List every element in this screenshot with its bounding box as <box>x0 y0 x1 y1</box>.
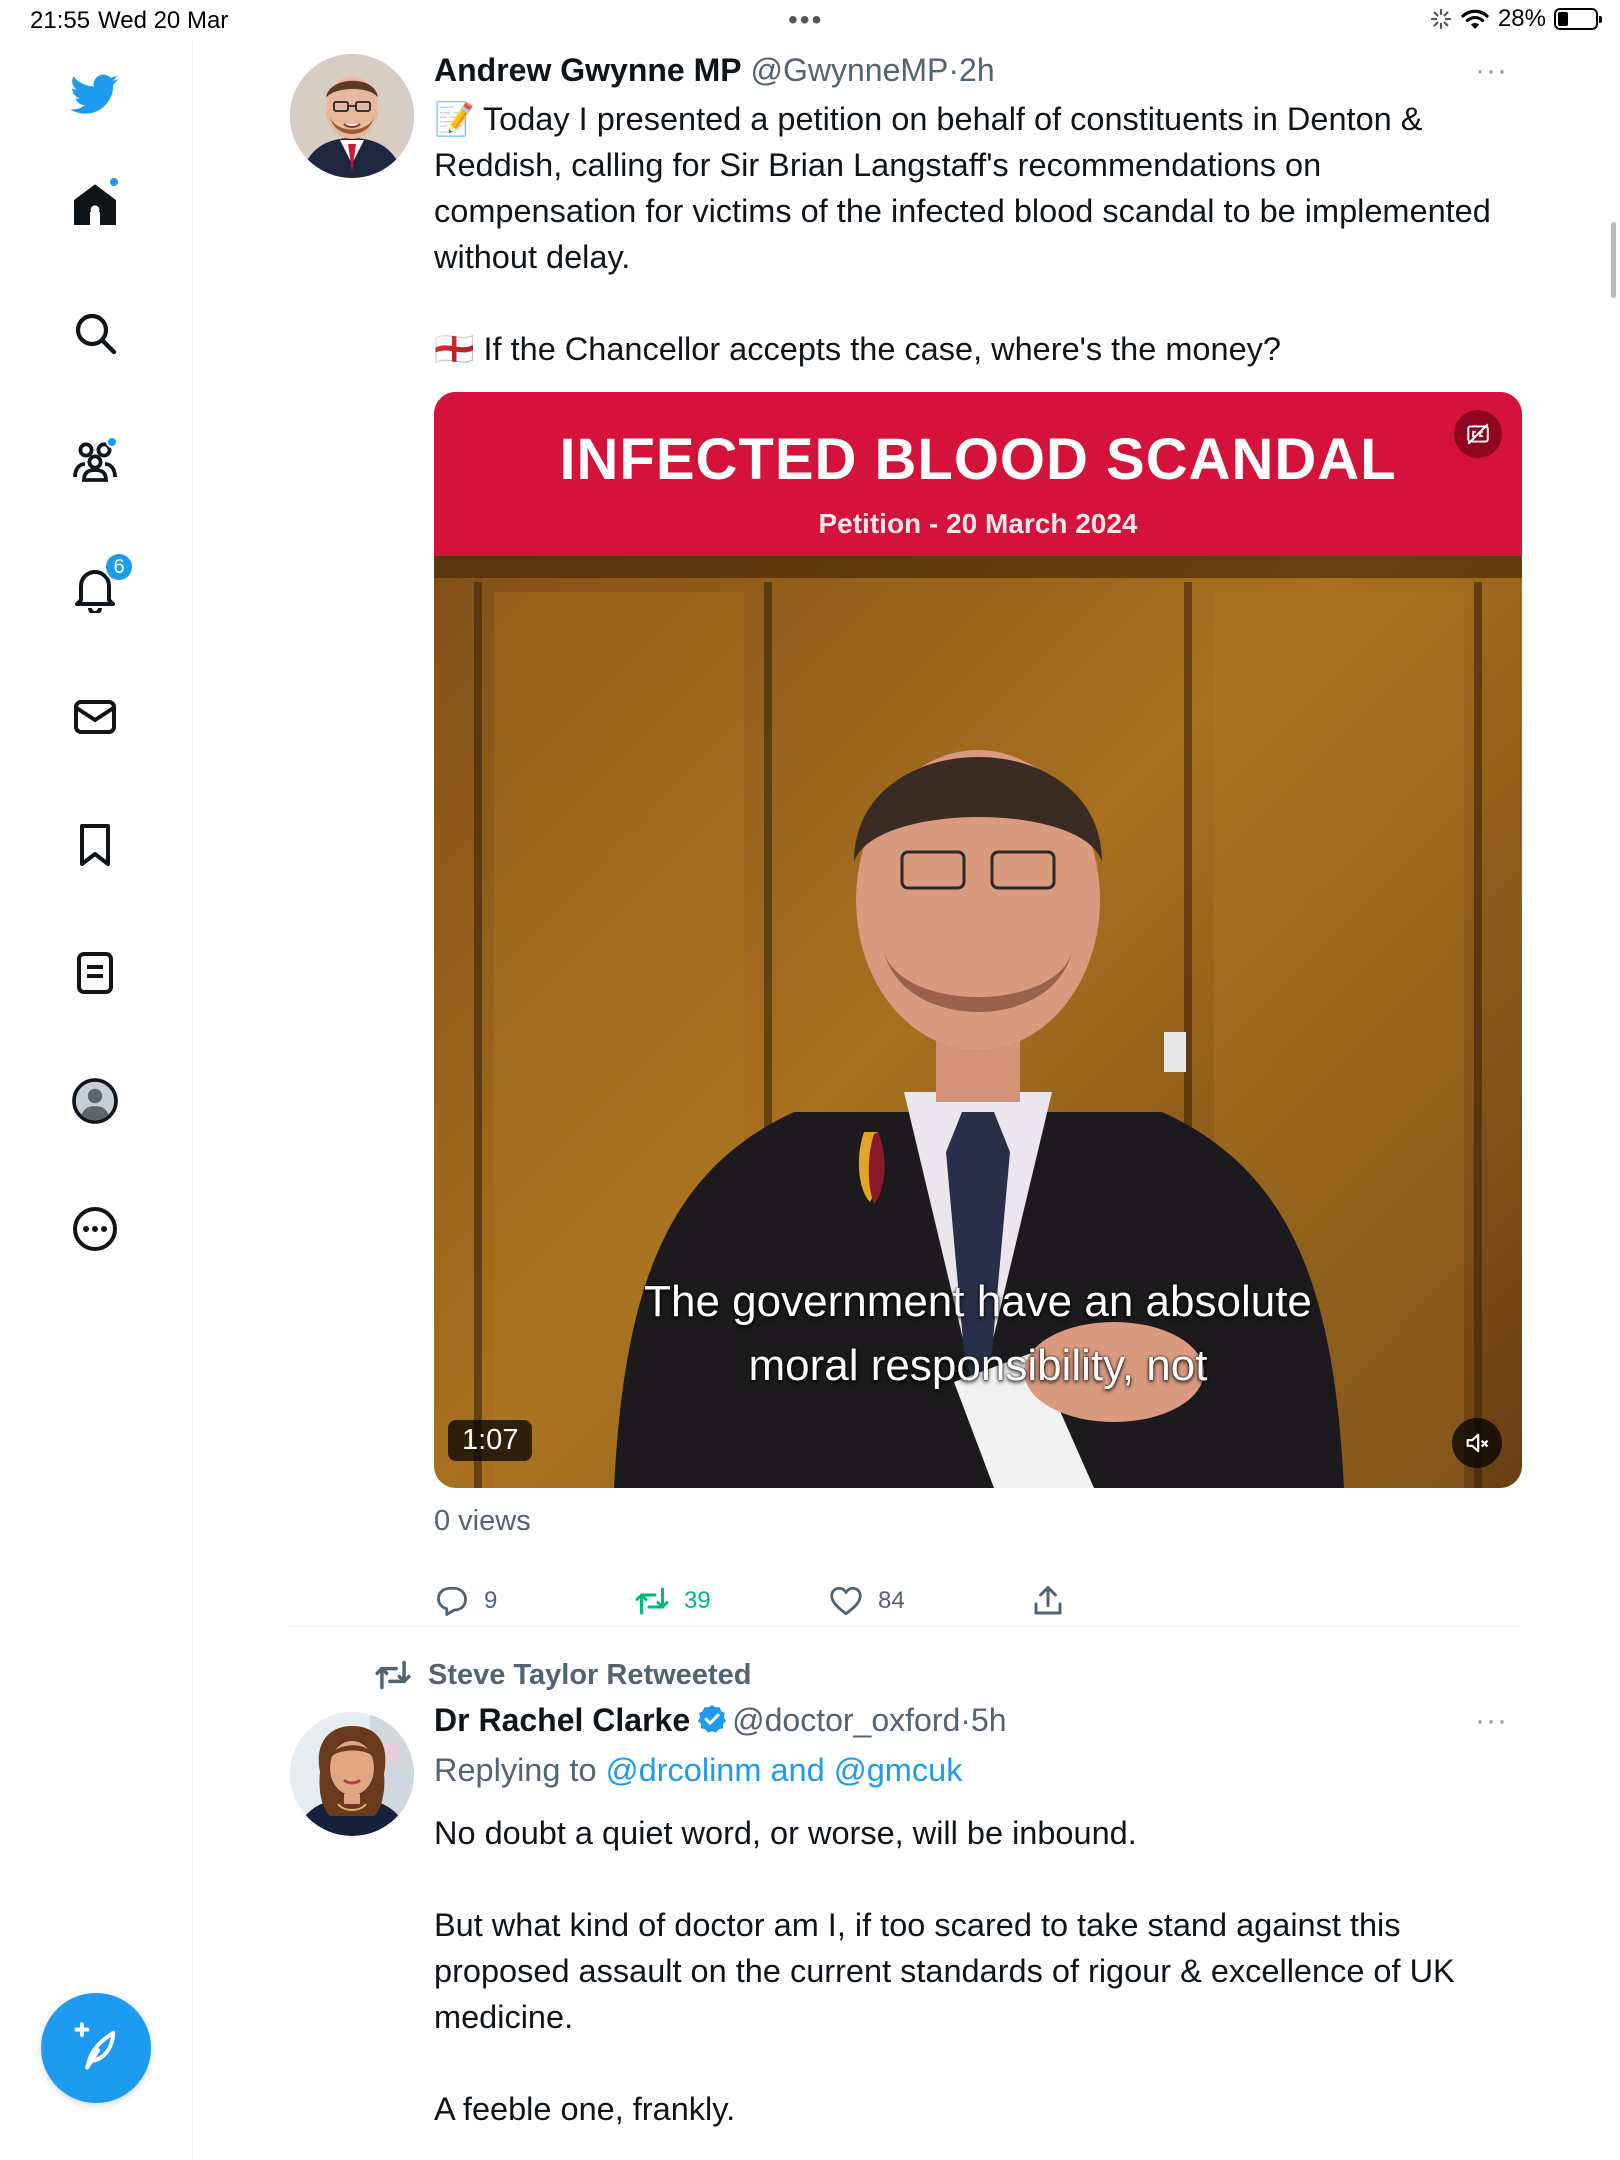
bookmarks-icon[interactable] <box>66 816 124 874</box>
avatar[interactable] <box>290 1712 414 1836</box>
caption-line: moral responsibility, not <box>748 1341 1208 1390</box>
reply-icon <box>437 1586 467 1616</box>
battery-icon <box>1554 8 1602 30</box>
battery-percent: 28% <box>1497 5 1546 32</box>
share-icon <box>1034 1586 1062 1615</box>
notifications-icon[interactable]: 6 <box>66 552 134 618</box>
tweet-text: No doubt a quiet word, or worse, will be… <box>434 1810 1524 2132</box>
compose-tweet-button[interactable] <box>41 1993 151 2103</box>
status-date: Wed 20 Mar <box>98 7 229 34</box>
author-name[interactable]: Andrew Gwynne MP <box>434 52 742 88</box>
wifi-icon <box>1461 9 1489 29</box>
multitasking-dots-icon[interactable]: ••• <box>788 4 823 36</box>
tweet-divider <box>290 1626 1522 1627</box>
tweet-paragraph: A feeble one, frankly. <box>434 2091 736 2127</box>
video-player[interactable]: INFECTED BLOOD SCANDAL Petition - 20 Mar… <box>434 392 1522 1488</box>
compose-feather-icon <box>74 2022 116 2070</box>
captions-toggle-button[interactable] <box>1454 410 1502 458</box>
share-button[interactable] <box>1030 1583 1066 1619</box>
twitter-bird-icon[interactable] <box>66 65 124 123</box>
header-separator: · <box>948 52 960 88</box>
status-right: 28% <box>1430 5 1602 33</box>
tweet[interactable]: Dr Rachel Clarke @doctor_oxford·5h ··· Re… <box>290 1700 1520 2160</box>
search-icon[interactable] <box>66 304 124 362</box>
retweet-count: 39 <box>684 1587 711 1614</box>
verified-badge-icon <box>698 1705 727 1733</box>
view-count: 0 views <box>434 1505 531 1537</box>
heart-icon <box>830 1586 862 1616</box>
messages-icon[interactable] <box>66 688 124 746</box>
video-banner-title: INFECTED BLOOD SCANDAL <box>559 427 1397 492</box>
tweet-more-icon[interactable]: ··· <box>1475 1704 1508 1738</box>
lists-icon[interactable] <box>66 944 124 1002</box>
communities-icon[interactable] <box>66 432 124 490</box>
tweet-header: Dr Rachel Clarke @doctor_oxford·5h <box>434 1702 1007 1739</box>
tweet-actions: 9 39 84 <box>434 1583 1114 1629</box>
tweet-paragraph: 🏴󠁧󠁢󠁥󠁮󠁧󠁿 If the Chancellor accepts the ca… <box>434 331 1281 367</box>
home-unread-dot <box>108 176 120 188</box>
tweet-header: Andrew Gwynne MP @GwynneMP·2h <box>434 52 995 89</box>
video-subtitle-caption: The government have an absolute moral re… <box>434 1270 1522 1398</box>
author-handle[interactable]: @GwynneMP <box>750 52 948 88</box>
activity-spinner-icon <box>1430 8 1452 30</box>
home-icon[interactable] <box>66 176 124 234</box>
retweeted-by-text: Steve Taylor Retweeted <box>428 1658 752 1691</box>
profile-icon[interactable] <box>66 1072 124 1130</box>
author-handle[interactable]: @doctor_oxford <box>732 1702 960 1738</box>
retweet-icon <box>375 1660 411 1690</box>
author-name[interactable]: Dr Rachel Clarke <box>434 1702 690 1738</box>
tweet-age[interactable]: 2h <box>959 52 995 88</box>
more-icon[interactable] <box>66 1200 124 1258</box>
scrollbar[interactable] <box>1611 222 1616 298</box>
tweet-text: 📝 Today I presented a petition on behalf… <box>434 96 1524 372</box>
status-time: 21:55 <box>30 7 91 34</box>
like-count: 84 <box>878 1587 905 1614</box>
mute-button[interactable] <box>1452 1418 1502 1468</box>
retweet-button[interactable]: 39 <box>634 1583 711 1619</box>
caption-line: The government have an absolute <box>644 1277 1312 1326</box>
tweet-paragraph: No doubt a quiet word, or worse, will be… <box>434 1815 1137 1851</box>
tweet[interactable]: Andrew Gwynne MP @GwynneMP·2h ··· 📝 Toda… <box>290 40 1522 1629</box>
header-separator: · <box>960 1702 971 1738</box>
tweet-age[interactable]: 5h <box>971 1702 1007 1738</box>
sidebar: 6 <box>0 40 193 2160</box>
replying-to-handles[interactable]: @drcolinm and @gmcuk <box>606 1752 963 1788</box>
avatar[interactable] <box>290 54 414 178</box>
speaker-muted-icon <box>1466 1433 1489 1453</box>
reply-button[interactable]: 9 <box>434 1583 497 1619</box>
replying-to: Replying to @drcolinm and @gmcuk <box>434 1752 962 1789</box>
retweeted-by-label[interactable]: Steve Taylor Retweeted <box>374 1656 751 1694</box>
notifications-badge: 6 <box>104 552 134 582</box>
video-banner-subtitle: Petition - 20 March 2024 <box>818 508 1138 539</box>
retweet-icon <box>635 1587 669 1615</box>
tweet-paragraph: 📝 Today I presented a petition on behalf… <box>434 101 1491 275</box>
replying-to-prefix: Replying to <box>434 1752 597 1788</box>
tweet-paragraph: But what kind of doctor am I, if too sca… <box>434 1907 1455 2035</box>
like-button[interactable]: 84 <box>828 1583 905 1619</box>
reply-count: 9 <box>484 1587 498 1614</box>
tweet-more-icon[interactable]: ··· <box>1475 54 1508 88</box>
status-bar: 21:55 Wed 20 Mar ••• 28% <box>0 0 1620 40</box>
communities-unread-dot <box>106 436 118 448</box>
closed-captions-icon <box>1467 423 1489 445</box>
video-duration: 1:07 <box>448 1420 533 1461</box>
